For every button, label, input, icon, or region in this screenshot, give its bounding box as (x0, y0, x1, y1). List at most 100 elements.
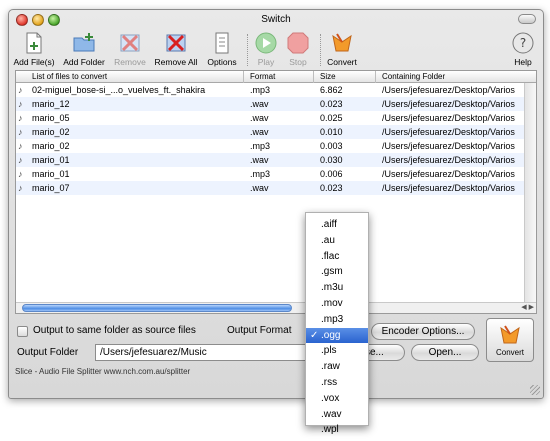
remove-icon (120, 34, 140, 52)
format-option-label: .wav (321, 408, 342, 420)
table-row[interactable]: ♪ mario_02 .mp3 0.003/Users/jefesuarez/Desk… (16, 139, 536, 153)
toolbar-toggle-button[interactable] (518, 14, 536, 24)
file-name: 02-miguel_bose-si_...o_vuelves_ft._shaki… (32, 85, 206, 95)
format-option[interactable]: .flac (306, 249, 368, 265)
file-format: .wav (250, 113, 269, 123)
file-name: mario_02 (32, 127, 70, 137)
format-option[interactable]: .aiff (306, 217, 368, 233)
options-button[interactable]: Options (199, 30, 245, 67)
add-file-icon (26, 32, 42, 54)
file-folder: /Users/jefesuarez/Desktop/Varios (382, 85, 515, 95)
encoder-options-button[interactable]: Encoder Options... (371, 323, 475, 340)
format-option[interactable]: .raw (306, 359, 368, 375)
output-format-menu[interactable]: .aiff .au .flac .gsm .m3u .mov .mp3 ✓ .ogg .pls .r… (305, 212, 369, 435)
format-option[interactable]: .vox (306, 391, 368, 407)
file-name: mario_05 (32, 113, 70, 123)
format-option[interactable]: ✓ .ogg (306, 327, 368, 344)
add-folder-button[interactable]: Add Folder (61, 30, 107, 67)
file-folder: /Users/jefesuarez/Desktop/Varios (382, 127, 515, 137)
music-note-icon: ♪ (18, 113, 23, 123)
svg-text:?: ? (520, 36, 526, 50)
format-option-label: .ogg (321, 329, 341, 341)
resize-handle[interactable] (530, 385, 540, 395)
table-row[interactable]: ♪ mario_02 .wav 0.010/Users/jefesuarez/Desk… (16, 125, 536, 139)
table-row[interactable]: ♪ mario_01 .mp3 0.006/Users/jefesuarez/Desk… (16, 167, 536, 181)
same-folder-label: Output to same folder as source files (33, 325, 196, 336)
file-size: 0.006 (320, 169, 343, 179)
file-size: 0.030 (320, 155, 343, 165)
music-note-icon: ♪ (18, 169, 23, 179)
table-row[interactable]: ♪ mario_07 .wav 0.023/Users/jefesuarez/Desk… (16, 181, 536, 195)
file-name: mario_01 (32, 155, 70, 165)
remove-button[interactable]: Remove (107, 30, 153, 67)
file-format: .mp3 (250, 169, 271, 179)
vertical-scrollbar[interactable] (524, 83, 536, 303)
format-option[interactable]: .rss (306, 375, 368, 391)
format-option-label: .aiff (321, 219, 337, 230)
format-option-label: .mov (321, 297, 343, 309)
column-header-size[interactable]: Size (314, 71, 376, 83)
format-option-label: .pls (321, 345, 337, 357)
music-note-icon: ♪ (18, 155, 23, 165)
zoom-window-button[interactable] (48, 14, 60, 26)
table-row[interactable]: ♪ 02-miguel_bose-si_...o_vuelves_ft._shak… (16, 83, 536, 97)
checkmark-icon: ✓ (310, 329, 319, 341)
music-note-icon: ♪ (18, 127, 23, 137)
status-bar-text: Slice - Audio File Splitter www.nch.com.… (15, 367, 191, 376)
table-row[interactable]: ♪ mario_05 .wav 0.025/Users/jefesuarez/Desk… (16, 111, 536, 125)
format-option-label: .au (321, 234, 335, 246)
file-format: .wav (250, 183, 269, 193)
file-name: mario_12 (32, 99, 70, 109)
minimize-window-button[interactable] (32, 14, 44, 26)
play-label: Play (257, 57, 275, 67)
file-format: .mp3 (250, 85, 271, 95)
format-option-label: .raw (321, 361, 340, 373)
format-option[interactable]: .au (306, 233, 368, 249)
window-title: Switch (261, 14, 291, 25)
convert-icon (332, 33, 352, 52)
format-option[interactable]: .m3u (306, 280, 368, 296)
close-window-button[interactable] (16, 14, 28, 26)
file-name: mario_07 (32, 183, 70, 193)
scroll-arrows-icon[interactable]: ◀ ▶ (521, 303, 534, 311)
add-folder-icon (73, 33, 95, 52)
column-header-folder[interactable]: Containing Folder (376, 71, 526, 83)
file-folder: /Users/jefesuarez/Desktop/Varios (382, 113, 515, 123)
horizontal-scroll-thumb[interactable] (22, 304, 292, 312)
column-header-name[interactable]: List of files to convert (16, 71, 244, 83)
open-button[interactable]: Open... (411, 344, 479, 361)
help-button[interactable]: ? Help (503, 30, 543, 67)
convert-toolbar-button[interactable]: Convert (319, 30, 365, 67)
format-option-label: .flac (321, 250, 340, 262)
file-folder: /Users/jefesuarez/Desktop/Varios (382, 141, 515, 151)
table-row[interactable]: ♪ mario_12 .wav 0.023/Users/jefesuarez/Desk… (16, 97, 536, 111)
format-option[interactable]: .wav (306, 407, 368, 423)
stop-label: Stop (289, 57, 307, 67)
stop-icon (287, 32, 309, 54)
stop-button[interactable]: Stop (275, 30, 321, 67)
remove-all-button[interactable]: Remove All (153, 30, 199, 67)
help-icon: ? (512, 32, 534, 54)
column-header-format[interactable]: Format (244, 71, 314, 83)
add-folder-label: Add Folder (63, 57, 105, 67)
same-folder-checkbox[interactable] (17, 326, 28, 337)
format-option[interactable]: .wpl (306, 422, 368, 438)
convert-button-label: Convert (495, 348, 524, 357)
convert-button[interactable]: Convert (486, 318, 534, 362)
format-option[interactable]: .gsm (306, 264, 368, 280)
music-note-icon: ♪ (18, 85, 23, 95)
title-bar: Switch (9, 10, 543, 30)
format-option[interactable]: .mp3 (306, 312, 368, 328)
file-list[interactable]: List of files to convert Format Size Con… (15, 70, 537, 314)
output-folder-field[interactable]: /Users/jefesuarez/Music (95, 344, 315, 361)
list-rows: ♪ 02-miguel_bose-si_...o_vuelves_ft._shak… (16, 83, 536, 195)
table-row[interactable]: ♪ mario_01 .wav 0.030/Users/jefesuarez/Desk… (16, 153, 536, 167)
list-header: List of files to convert Format Size Con… (16, 71, 536, 83)
format-option[interactable]: .pls (306, 343, 368, 359)
format-option-label: .m3u (321, 282, 344, 294)
format-option[interactable]: .mov (306, 296, 368, 312)
format-option-label: .mp3 (321, 313, 344, 325)
add-files-button[interactable]: Add File(s) (11, 30, 57, 67)
file-folder: /Users/jefesuarez/Desktop/Varios (382, 155, 515, 165)
horizontal-scrollbar[interactable]: ◀ ▶ (16, 302, 536, 313)
